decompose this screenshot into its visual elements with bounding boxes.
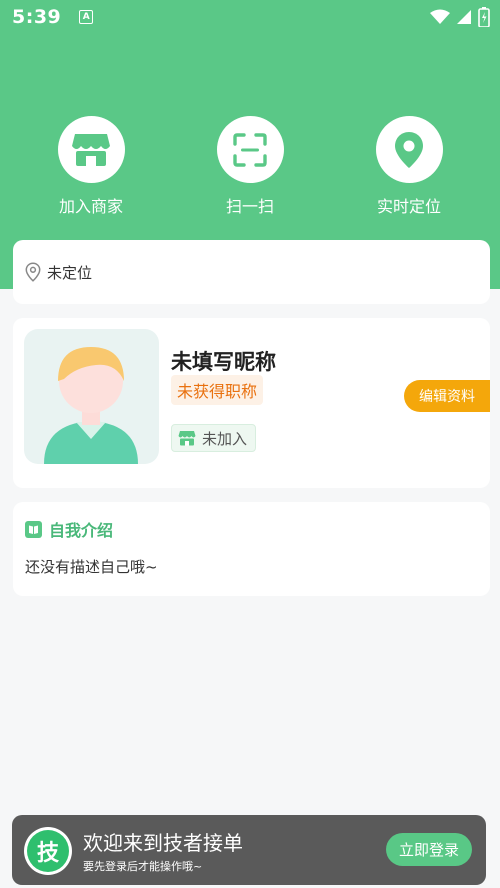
join-status-text: 未加入 [202,429,248,448]
quick-actions: 加入商家 扫一扫 实时定位 [0,116,500,216]
realtime-location-label: 实时定位 [376,197,441,216]
wifi-icon [430,9,450,24]
scan-circle [216,116,284,183]
status-time: 5:39 [12,6,62,28]
self-intro-header: 自我介绍 [25,517,113,541]
scan-button[interactable]: 扫一扫 [195,116,305,217]
signal-icon [457,10,471,24]
app-logo-inner: 技 [27,830,69,872]
status-bar: 5:39 A [0,0,500,34]
banner-title: 欢迎来到技者接单 [83,831,243,855]
banner-subtitle: 要先登录后才能操作哦~ [83,860,203,873]
join-merchant-button[interactable]: 加入商家 [36,116,146,217]
realtime-location-button[interactable]: 实时定位 [354,116,464,217]
default-avatar-icon [44,347,138,464]
join-merchant-label: 加入商家 [58,197,123,216]
edit-profile-button[interactable]: 编辑资料 [404,380,490,412]
scan-label: 扫一扫 [225,197,274,216]
join-merchant-circle [57,116,125,183]
login-button[interactable]: 立即登录 [386,833,472,866]
store-small-icon [178,431,196,446]
join-status-badge: 未加入 [171,424,257,452]
app-logo: 技 [24,827,72,875]
realtime-location-circle [375,116,443,183]
status-indicators [430,7,490,27]
store-icon [72,133,110,166]
self-intro-title: 自我介绍 [49,521,114,540]
profile-card: 未填写昵称 未获得职称 未加入 编辑资料 [13,318,490,488]
login-banner: 技 欢迎来到技者接单 要先登录后才能操作哦~ 立即登录 [12,815,486,885]
avatar[interactable] [24,329,159,464]
notification-icon: A [79,10,94,24]
location-pin-icon [395,131,423,168]
location-card[interactable]: 未定位 [13,240,490,304]
location-text: 未定位 [47,263,93,282]
title-badge: 未获得职称 [171,375,264,405]
battery-icon [478,7,490,27]
self-intro-text: 还没有描述自己哦~ [25,558,158,576]
book-icon [25,520,42,538]
location-outline-icon [25,262,41,282]
scan-icon [233,132,267,167]
nickname: 未填写昵称 [171,350,276,374]
self-intro-card: 自我介绍 还没有描述自己哦~ [13,502,490,596]
